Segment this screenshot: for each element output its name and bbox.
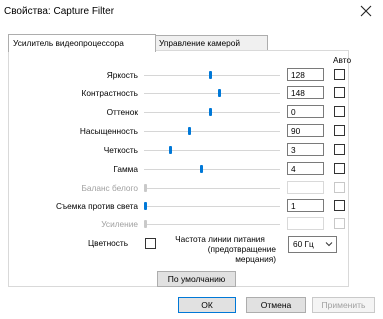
dialog-title: Свойства: Capture Filter [4, 6, 115, 17]
slider-thumb[interactable] [144, 220, 147, 228]
button-label: По умолчанию [167, 274, 226, 284]
slider-track[interactable] [144, 169, 280, 170]
property-label: Гамма [113, 164, 138, 174]
property-label: Оттенок [106, 107, 138, 117]
property-value-field[interactable]: 148 [287, 86, 324, 99]
property-label: Четкость [103, 145, 138, 155]
properties-dialog: Свойства: Capture Filter Усилитель видео… [0, 0, 383, 319]
auto-checkbox[interactable] [334, 144, 345, 155]
power-line-label-line3: мерцания) [235, 254, 276, 264]
property-value-field[interactable]: 90 [287, 124, 324, 137]
property-label: Съемка против света [55, 201, 138, 211]
slider-thumb[interactable] [218, 89, 221, 97]
slider-thumb[interactable] [188, 127, 191, 135]
slider-track[interactable] [144, 188, 280, 189]
property-value-field[interactable]: 128 [287, 68, 324, 81]
auto-checkbox[interactable] [334, 182, 345, 193]
slider-thumb[interactable] [144, 202, 147, 210]
slider-track[interactable] [144, 150, 280, 151]
tab-label: Управление камерой [159, 38, 241, 48]
auto-checkbox[interactable] [334, 87, 345, 98]
property-label: Усиление [101, 219, 138, 229]
auto-checkbox[interactable] [334, 69, 345, 80]
color-enable-checkbox[interactable] [145, 238, 156, 249]
slider-thumb[interactable] [144, 184, 147, 192]
slider-track[interactable] [144, 93, 280, 94]
property-value-field[interactable]: 3 [287, 143, 324, 156]
power-line-label-line1: Частота линии питания [175, 234, 265, 244]
power-line-frequency-select[interactable]: 60 Гц [288, 236, 337, 253]
slider-track[interactable] [144, 131, 280, 132]
close-icon[interactable] [358, 3, 374, 19]
property-value-field[interactable]: 1 [287, 199, 324, 212]
property-value-field[interactable]: 4 [287, 162, 324, 175]
property-label: Баланс белого [81, 183, 138, 193]
property-value-field [287, 181, 324, 194]
slider-thumb[interactable] [169, 146, 172, 154]
auto-column-header: Авто [333, 55, 352, 65]
slider-thumb[interactable] [209, 108, 212, 116]
select-value: 60 Гц [293, 239, 314, 249]
property-value-field[interactable]: 0 [287, 105, 324, 118]
auto-checkbox[interactable] [334, 200, 345, 211]
auto-checkbox[interactable] [334, 125, 345, 136]
cancel-button[interactable]: Отмена [246, 297, 306, 313]
button-label: Отмена [260, 300, 292, 310]
auto-checkbox[interactable] [334, 218, 345, 229]
auto-checkbox[interactable] [334, 106, 345, 117]
property-label: Насыщенность [79, 126, 138, 136]
tab-label: Усилитель видеопроцессора [13, 38, 124, 48]
property-label: Контрастность [81, 88, 138, 98]
apply-button[interactable]: Применить [312, 297, 375, 313]
power-line-label-line2: (предотвращение [207, 244, 276, 254]
property-label: Яркость [106, 70, 138, 80]
power-line-frequency-label: Частота линии питания (предотвращение ме… [160, 234, 280, 264]
chevron-down-icon [325, 242, 333, 247]
property-value-field [287, 217, 324, 230]
button-label: Применить [321, 300, 366, 310]
button-label: ОК [201, 300, 213, 310]
title-bar: Свойства: Capture Filter [0, 0, 383, 24]
slider-thumb[interactable] [200, 165, 203, 173]
color-enable-label: Цветность [88, 238, 129, 248]
tab-camera-control[interactable]: Управление камерой [154, 35, 268, 51]
slider-track[interactable] [144, 224, 280, 225]
slider-track[interactable] [144, 75, 280, 76]
tab-video-proc-amp[interactable]: Усилитель видеопроцессора [8, 34, 156, 52]
slider-track[interactable] [144, 206, 280, 207]
ok-button[interactable]: ОК [178, 297, 236, 313]
slider-track[interactable] [144, 112, 280, 113]
slider-thumb[interactable] [209, 71, 212, 79]
auto-checkbox[interactable] [334, 163, 345, 174]
default-button[interactable]: По умолчанию [157, 271, 236, 287]
